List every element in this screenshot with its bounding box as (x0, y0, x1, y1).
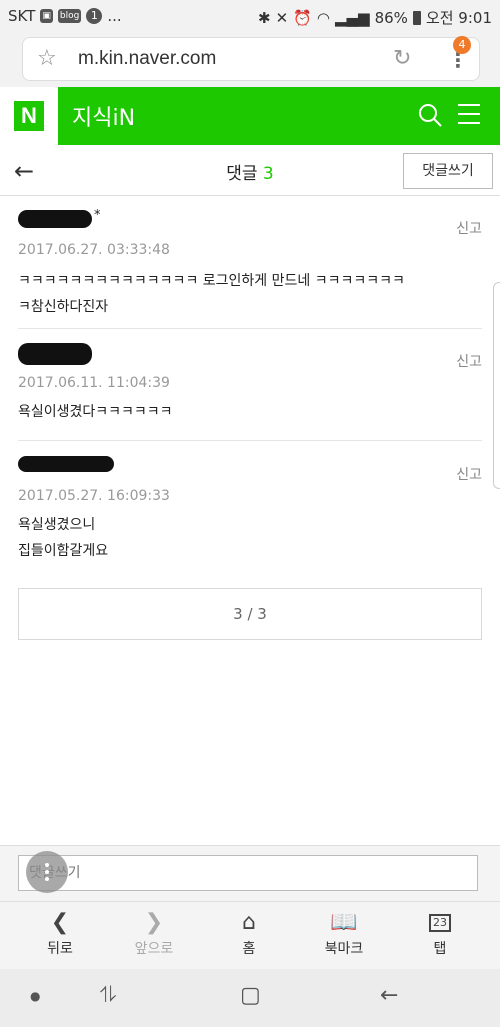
nav-back[interactable]: ❮ 뒤로 (10, 908, 110, 958)
battery-icon (412, 10, 421, 25)
floating-menu-icon[interactable] (26, 851, 68, 893)
tab-count-badge: 4 (453, 36, 471, 54)
comment-text: 욕실이생겼다ㅋㅋㅋㅋㅋㅋ (18, 404, 173, 420)
report-button[interactable]: 신고 (456, 351, 482, 371)
system-nav-bar: ● ⥮ ▢ ← (0, 969, 500, 1027)
comment-item: * 2017.06.27. 03:33:48 신고 ㅋㅋㅋㅋㅋㅋㅋㅋㅋㅋㅋㅋㅋㅋ… (18, 208, 482, 329)
report-button[interactable]: 신고 (456, 464, 482, 484)
recent-apps-icon[interactable]: ⥮ (100, 983, 116, 1008)
comment-date: 2017.05.27. 16:09:33 (18, 488, 170, 504)
nav-home[interactable]: ⌂ 홈 (199, 908, 299, 958)
comment-text: 욕실생겼으니 집들이함갈게요 (18, 517, 109, 559)
nav-tabs[interactable]: 23 탭 (390, 908, 490, 958)
nav-bookmark-label: 북마크 (324, 941, 364, 957)
comment-input-bar (0, 845, 500, 902)
chevron-right-icon: ❯ (144, 910, 164, 935)
signal-icon: ▂▄▆ (334, 8, 370, 27)
comments-header: ← 댓글 3 댓글쓰기 (0, 145, 500, 196)
blog-icon: blog (57, 9, 82, 23)
service-title[interactable]: 지식iN (72, 100, 135, 132)
pagination: 3 / 3 (18, 588, 482, 640)
comment-item: 2017.05.27. 16:09:33 신고 욕실생겼으니 집들이함갈게요 (18, 456, 482, 564)
bookmark-star-icon[interactable]: ☆ (37, 46, 57, 71)
book-icon: 📖 (330, 910, 358, 935)
comment-input[interactable] (18, 855, 478, 891)
more-notifications-label: ... (107, 7, 122, 25)
comment-date: 2017.06.27. 03:33:48 (18, 242, 170, 258)
comment-date: 2017.06.11. 11:04:39 (18, 375, 170, 391)
home-icon: ⌂ (242, 910, 256, 935)
address-bar[interactable]: ☆ m.kin.naver.com ↻ ⋮ 4 (22, 36, 480, 81)
nav-bookmark[interactable]: 📖 북마크 (294, 908, 394, 958)
bluetooth-icon: ✱ (258, 8, 271, 27)
report-button[interactable]: 신고 (456, 218, 482, 238)
wifi-icon: ◠ (316, 8, 330, 27)
edge-panel-handle[interactable] (493, 282, 500, 489)
status-bar: SKT ▣ blog 1 ... ✱ ✕ ⏰ ◠ ▂▄▆ 86% 오전 9:01 (0, 0, 500, 32)
naver-logo[interactable]: N (0, 87, 58, 145)
browser-toolbar: ☆ m.kin.naver.com ↻ ⋮ 4 (0, 32, 500, 87)
nav-forward-label: 앞으로 (134, 941, 174, 957)
hamburger-menu-icon[interactable] (458, 104, 480, 126)
comments-title-label: 댓글 (226, 164, 258, 184)
home-square-icon[interactable]: ▢ (240, 983, 261, 1008)
naver-logo-letter: N (14, 101, 44, 131)
alarm-icon: ⏰ (293, 8, 312, 27)
nav-tabs-label: 탭 (433, 941, 447, 957)
search-icon[interactable] (416, 101, 444, 129)
naver-header: N 지식iN (0, 87, 500, 145)
browser-bottom-nav: ❮ 뒤로 ❯ 앞으로 ⌂ 홈 📖 북마크 23 탭 (0, 901, 500, 970)
carrier-label: SKT (8, 7, 36, 25)
comment-text: ㅋㅋㅋㅋㅋㅋㅋㅋㅋㅋㅋㅋㅋㅋ 로그인하게 만드네 ㅋㅋㅋㅋㅋㅋㅋ ㅋ참신하다진자 (18, 273, 405, 315)
gallery-icon: ▣ (40, 9, 53, 23)
nav-back-label: 뒤로 (47, 941, 73, 957)
tabs-icon: 23 (390, 908, 490, 938)
comments-count: 3 (262, 164, 274, 184)
mute-icon: ✕ (275, 8, 289, 27)
nav-forward[interactable]: ❯ 앞으로 (104, 908, 204, 958)
comment-item: 2017.06.11. 11:04:39 신고 욕실이생겼다ㅋㅋㅋㅋㅋㅋ (18, 343, 482, 441)
system-back-icon[interactable]: ← (380, 983, 398, 1008)
dot-icon: ● (30, 989, 41, 1003)
write-comment-button[interactable]: 댓글쓰기 (403, 153, 493, 189)
reload-icon[interactable]: ↻ (393, 46, 411, 71)
clock: 오전 9:01 (425, 9, 492, 27)
battery-percent: 86% (374, 8, 408, 27)
url-text[interactable]: m.kin.naver.com (78, 48, 216, 70)
notification-count-icon: 1 (86, 8, 103, 24)
chevron-left-icon: ❮ (50, 910, 70, 935)
nav-home-label: 홈 (242, 941, 256, 957)
